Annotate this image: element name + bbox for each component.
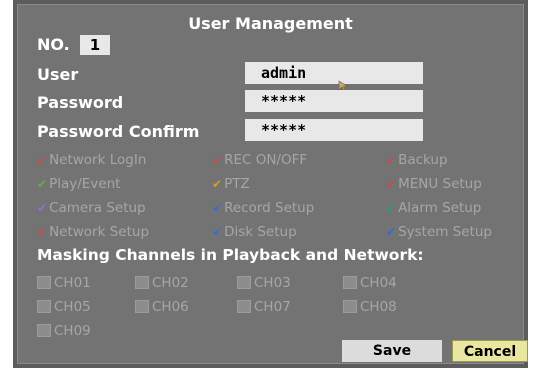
checkbox-icon (37, 300, 51, 313)
checkbox-icon (135, 300, 149, 313)
checkbox-icon (237, 300, 251, 313)
permission-ptz[interactable]: ✔ PTZ (212, 176, 250, 192)
permission-backup[interactable]: ✔ Backup (386, 152, 448, 168)
channel-checkbox-ch03[interactable]: CH03 (237, 275, 291, 291)
checkbox-icon (135, 276, 149, 289)
permission-rec-on-off[interactable]: ✔ REC ON/OFF (212, 152, 307, 168)
channel-checkbox-ch01[interactable]: CH01 (37, 275, 91, 291)
permission-menu-setup[interactable]: ✔ MENU Setup (386, 176, 482, 192)
check-icon: ✔ (212, 177, 223, 191)
user-number-field[interactable]: 1 (80, 35, 110, 55)
channel-checkbox-ch04[interactable]: CH04 (343, 275, 397, 291)
permission-system-setup[interactable]: ✔ System Setup (386, 224, 492, 240)
check-icon: ✔ (386, 177, 397, 191)
checkbox-icon (343, 300, 357, 313)
password-label: Password (37, 93, 124, 112)
check-icon: ✔ (37, 225, 48, 239)
permission-record-setup[interactable]: ✔ Record Setup (212, 200, 314, 216)
check-icon: ✔ (37, 153, 48, 167)
channel-checkbox-ch05[interactable]: CH05 (37, 299, 91, 315)
checkbox-icon (37, 276, 51, 289)
checkbox-icon (37, 324, 51, 337)
cancel-button[interactable]: Cancel (452, 340, 528, 362)
no-label: NO. (37, 35, 70, 54)
permission-camera-setup[interactable]: ✔ Camera Setup (37, 200, 146, 216)
check-icon: ✔ (212, 153, 223, 167)
channel-checkbox-ch07[interactable]: CH07 (237, 299, 291, 315)
channel-checkbox-ch08[interactable]: CH08 (343, 299, 397, 315)
dialog-title: User Management (188, 14, 353, 33)
user-field[interactable]: admin (245, 62, 423, 84)
password-confirm-field[interactable]: ***** (245, 119, 423, 141)
permission-disk-setup[interactable]: ✔ Disk Setup (212, 224, 297, 240)
check-icon: ✔ (37, 201, 48, 215)
check-icon: ✔ (386, 201, 397, 215)
check-icon: ✔ (212, 201, 223, 215)
channel-checkbox-ch02[interactable]: CH02 (135, 275, 189, 291)
channel-checkbox-ch06[interactable]: CH06 (135, 299, 189, 315)
checkbox-icon (343, 276, 357, 289)
permission-network-setup[interactable]: ✔ Network Setup (37, 224, 149, 240)
check-icon: ✔ (386, 153, 397, 167)
permission-network-login[interactable]: ✔ Network LogIn (37, 152, 146, 168)
check-icon: ✔ (212, 225, 223, 239)
password-field[interactable]: ***** (245, 90, 423, 112)
check-icon: ✔ (37, 177, 48, 191)
password-confirm-label: Password Confirm (37, 122, 200, 141)
save-button[interactable]: Save (342, 340, 442, 362)
permission-alarm-setup[interactable]: ✔ Alarm Setup (386, 200, 481, 216)
user-label: User (37, 65, 79, 84)
check-icon: ✔ (386, 225, 397, 239)
masking-channels-heading: Masking Channels in Playback and Network… (37, 246, 424, 264)
channel-checkbox-ch09[interactable]: CH09 (37, 323, 91, 339)
permission-play-event[interactable]: ✔ Play/Event (37, 176, 120, 192)
checkbox-icon (237, 276, 251, 289)
